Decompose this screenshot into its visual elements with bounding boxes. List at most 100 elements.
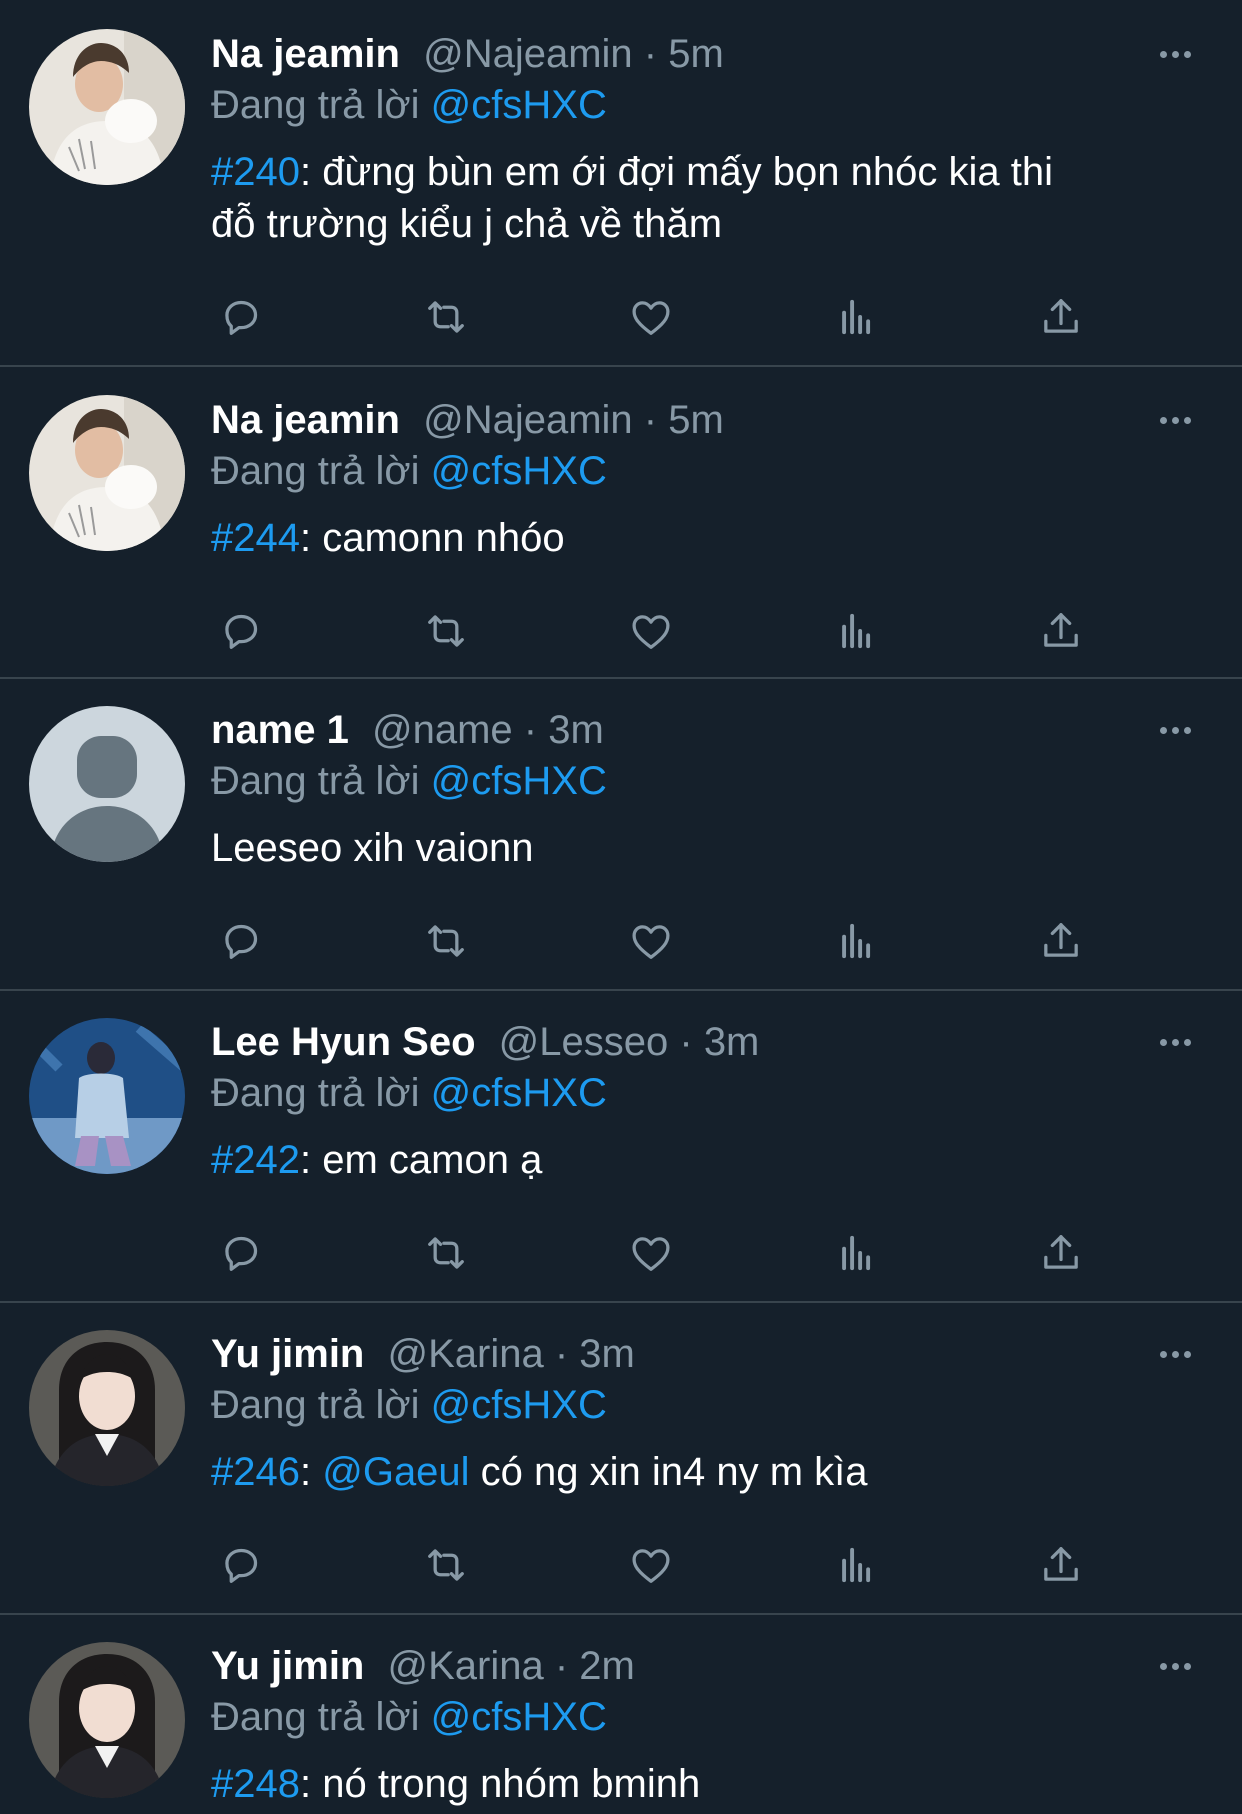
reply-button[interactable]: [211, 1535, 271, 1595]
share-upload-icon: [1035, 1539, 1087, 1591]
replying-label: Đang trả lời: [211, 759, 420, 803]
tweet-text: #246: @Gaeul có ng xin in4 ny m kìa: [211, 1446, 1202, 1498]
replying-to: Đang trả lời @cfsHXC: [211, 444, 1202, 498]
speech-bubble-icon: [215, 1227, 267, 1279]
heart-icon: [625, 915, 677, 967]
retweet-button[interactable]: [416, 601, 476, 661]
more-options-icon[interactable]: [1148, 706, 1202, 754]
share-upload-icon: [1035, 915, 1087, 967]
user-mention-link[interactable]: @Gaeul: [322, 1450, 469, 1494]
like-button[interactable]: [621, 287, 681, 347]
avatar[interactable]: [29, 29, 185, 185]
user-handle[interactable]: @Karina: [387, 1644, 543, 1688]
share-button[interactable]: [1031, 1223, 1091, 1283]
hashtag-link[interactable]: #248: [211, 1762, 300, 1806]
more-options-icon[interactable]: [1148, 30, 1202, 78]
replying-to: Đang trả lời @cfsHXC: [211, 754, 1202, 808]
tweet[interactable]: Yu jimin @Karina · 2m Đang trả lời @cfsH…: [0, 1615, 1242, 1814]
avatar[interactable]: [29, 1642, 185, 1798]
replying-label: Đang trả lời: [211, 449, 420, 493]
replying-to: Đang trả lời @cfsHXC: [211, 1378, 1202, 1432]
timestamp[interactable]: 3m: [704, 1020, 760, 1064]
timestamp[interactable]: 3m: [548, 708, 604, 752]
hashtag-link[interactable]: #242: [211, 1138, 300, 1182]
retweet-button[interactable]: [416, 287, 476, 347]
more-options-icon[interactable]: [1148, 396, 1202, 444]
bar-chart-icon: [830, 291, 882, 343]
timestamp[interactable]: 2m: [579, 1644, 635, 1688]
avatar-photo: [29, 1642, 185, 1798]
retweet-button[interactable]: [416, 1223, 476, 1283]
more-options-icon[interactable]: [1148, 1330, 1202, 1378]
reply-mention-link[interactable]: @cfsHXC: [431, 1695, 607, 1739]
tweet[interactable]: Yu jimin @Karina · 3m Đang trả lời @cfsH…: [0, 1303, 1242, 1615]
reply-button[interactable]: [211, 287, 271, 347]
action-bar: [211, 1223, 1091, 1283]
tweet-text: #248: nó trong nhóm bminh: [211, 1758, 1202, 1810]
reply-button[interactable]: [211, 1223, 271, 1283]
reply-mention-link[interactable]: @cfsHXC: [431, 1383, 607, 1427]
user-handle[interactable]: @Karina: [387, 1332, 543, 1376]
like-button[interactable]: [621, 1535, 681, 1595]
hashtag-link[interactable]: #240: [211, 150, 300, 194]
timestamp[interactable]: 5m: [668, 398, 724, 442]
avatar[interactable]: [29, 1330, 185, 1486]
default-avatar-icon: [29, 706, 185, 862]
user-handle[interactable]: @Najeamin: [423, 398, 633, 442]
action-bar: [211, 287, 1091, 347]
display-name[interactable]: name 1: [211, 708, 349, 752]
retweet-icon: [420, 1227, 472, 1279]
reply-mention-link[interactable]: @cfsHXC: [431, 449, 607, 493]
avatar-photo: [29, 1018, 185, 1174]
reply-mention-link[interactable]: @cfsHXC: [431, 1071, 607, 1115]
tweet-text-body: có ng xin in4 ny m kìa: [469, 1450, 868, 1494]
display-name[interactable]: Yu jimin: [211, 1644, 364, 1688]
avatar[interactable]: [29, 395, 185, 551]
retweet-button[interactable]: [416, 911, 476, 971]
views-button[interactable]: [826, 601, 886, 661]
retweet-icon: [420, 291, 472, 343]
share-button[interactable]: [1031, 601, 1091, 661]
reply-mention-link[interactable]: @cfsHXC: [431, 759, 607, 803]
like-button[interactable]: [621, 911, 681, 971]
tweet-text-body: Leeseo xih vaionn: [211, 826, 534, 870]
more-options-icon[interactable]: [1148, 1018, 1202, 1066]
timestamp[interactable]: 5m: [668, 32, 724, 76]
tweet[interactable]: Lee Hyun Seo @Lesseo · 3m Đang trả lời @…: [0, 991, 1242, 1303]
timestamp[interactable]: 3m: [579, 1332, 635, 1376]
like-button[interactable]: [621, 1223, 681, 1283]
tweet-text-line: : đừng bùn em ới đợi mấy bọn nhóc kia th…: [299, 150, 1053, 194]
tweet[interactable]: Na jeamin @Najeamin · 5m Đang trả lời @c…: [0, 367, 1242, 679]
views-button[interactable]: [826, 1223, 886, 1283]
retweet-button[interactable]: [416, 1535, 476, 1595]
display-name[interactable]: Na jeamin: [211, 32, 400, 76]
separator-dot: ·: [643, 398, 658, 442]
user-handle[interactable]: @Lesseo: [499, 1020, 669, 1064]
avatar[interactable]: [29, 706, 185, 862]
tweet[interactable]: name 1 @name · 3m Đang trả lời @cfsHXC L…: [0, 679, 1242, 991]
tweet-text-body: : camonn nhóo: [299, 516, 565, 560]
user-handle[interactable]: @name: [372, 708, 513, 752]
tweet-feed: Na jeamin @Najeamin · 5m Đang trả lời @c…: [0, 0, 1242, 1814]
views-button[interactable]: [826, 1535, 886, 1595]
action-bar: [211, 1535, 1091, 1595]
tweet[interactable]: Na jeamin @Najeamin · 5m Đang trả lời @c…: [0, 0, 1242, 367]
share-button[interactable]: [1031, 287, 1091, 347]
share-button[interactable]: [1031, 1535, 1091, 1595]
share-button[interactable]: [1031, 911, 1091, 971]
speech-bubble-icon: [215, 915, 267, 967]
hashtag-link[interactable]: #244: [211, 516, 300, 560]
display-name[interactable]: Yu jimin: [211, 1332, 364, 1376]
like-button[interactable]: [621, 601, 681, 661]
avatar[interactable]: [29, 1018, 185, 1174]
user-handle[interactable]: @Najeamin: [423, 32, 633, 76]
views-button[interactable]: [826, 287, 886, 347]
reply-mention-link[interactable]: @cfsHXC: [431, 83, 607, 127]
hashtag-link[interactable]: #246: [211, 1450, 300, 1494]
display-name[interactable]: Na jeamin: [211, 398, 400, 442]
reply-button[interactable]: [211, 601, 271, 661]
views-button[interactable]: [826, 911, 886, 971]
more-options-icon[interactable]: [1148, 1642, 1202, 1690]
reply-button[interactable]: [211, 911, 271, 971]
display-name[interactable]: Lee Hyun Seo: [211, 1020, 476, 1064]
